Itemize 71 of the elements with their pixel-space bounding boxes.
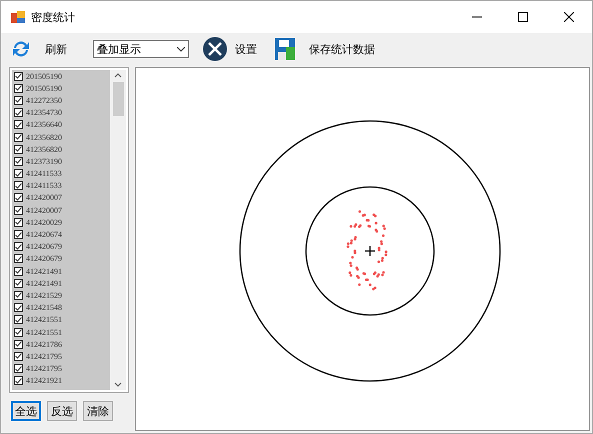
- close-icon: [564, 12, 574, 22]
- list-item-label: 412420679: [26, 254, 62, 264]
- list-item-label: 412421551: [26, 328, 62, 337]
- checkbox[interactable]: [14, 328, 23, 337]
- app-icon: [11, 11, 25, 23]
- checkbox[interactable]: [14, 242, 23, 252]
- list-item-label: 412421491: [26, 266, 62, 276]
- list-item-label: 412421529: [26, 290, 62, 300]
- list-item-label: 412421548: [26, 303, 62, 312]
- checkbox[interactable]: [14, 340, 23, 349]
- list-item-label: 412356820: [26, 132, 62, 142]
- checkbox[interactable]: [14, 218, 23, 227]
- id-checklist[interactable]: [9, 67, 129, 393]
- maximize-icon: [518, 12, 528, 22]
- list-item-label: 412421795: [26, 364, 62, 374]
- settings-button[interactable]: 设置: [199, 35, 261, 63]
- checkbox[interactable]: [14, 303, 23, 312]
- list-item-label: 412272350: [26, 96, 62, 105]
- save-icon: [275, 38, 295, 60]
- checkbox[interactable]: [14, 364, 23, 374]
- checkbox[interactable]: [14, 132, 23, 142]
- checkbox[interactable]: [14, 72, 23, 81]
- settings-icon: [203, 37, 227, 61]
- list-item-label: 412356820: [26, 144, 62, 154]
- action-button[interactable]: 反选: [47, 401, 77, 421]
- checkbox[interactable]: [14, 376, 23, 386]
- checkbox[interactable]: [14, 169, 23, 178]
- checkbox[interactable]: [14, 193, 23, 202]
- window-title: 密度统计: [31, 10, 76, 24]
- list-item-label: 412420674: [26, 230, 62, 240]
- center-cross-icon: [364, 245, 376, 257]
- list-item-label: 412411533: [26, 181, 62, 190]
- list-item-label: 412354730: [26, 108, 62, 118]
- checkbox[interactable]: [14, 156, 23, 166]
- refresh-icon: [11, 39, 31, 59]
- action-button[interactable]: 清除: [83, 401, 113, 421]
- checkbox[interactable]: [14, 352, 23, 361]
- list-item-label: 412421921: [26, 376, 62, 386]
- checkbox[interactable]: [14, 278, 23, 288]
- checkbox[interactable]: [14, 181, 23, 190]
- list-item-label: 412411533: [26, 169, 62, 178]
- list-item-label: 412421491: [26, 278, 62, 288]
- scrollbar[interactable]: [110, 70, 126, 390]
- checkbox[interactable]: [14, 84, 23, 93]
- list-item-label: 412421551: [26, 315, 62, 324]
- list-item-label: 412356640: [26, 120, 62, 130]
- display-mode-dropdown[interactable]: 叠加显示: [93, 40, 189, 58]
- list-item-label: 412421786: [26, 340, 62, 349]
- scrollbar-thumb[interactable]: [112, 82, 124, 116]
- refresh-button[interactable]: 刷新: [7, 35, 71, 63]
- chevron-down-icon: [177, 46, 185, 52]
- checkbox[interactable]: [14, 254, 23, 264]
- checkbox[interactable]: [14, 290, 23, 300]
- checkbox[interactable]: [14, 120, 23, 130]
- save-button[interactable]: 保存统计数据: [271, 35, 379, 63]
- checkbox[interactable]: [14, 144, 23, 154]
- list-item-label: 412421795: [26, 352, 62, 361]
- list-item-label: 412420679: [26, 242, 62, 252]
- list-item-label: 201505190: [26, 72, 62, 81]
- checkbox[interactable]: [14, 315, 23, 324]
- checkbox[interactable]: [14, 96, 23, 105]
- list-item-label: 412373190: [26, 156, 62, 166]
- checkbox[interactable]: [14, 266, 23, 276]
- list-item-label: 201505190: [26, 84, 62, 93]
- checkbox[interactable]: [14, 206, 23, 215]
- list-item-label: 412420029: [26, 218, 62, 227]
- checkbox[interactable]: [14, 230, 23, 240]
- checkbox[interactable]: [14, 108, 23, 118]
- list-item-label: 412420007: [26, 206, 62, 215]
- action-button[interactable]: 全选: [11, 401, 41, 421]
- list-item-label: 412420007: [26, 193, 62, 202]
